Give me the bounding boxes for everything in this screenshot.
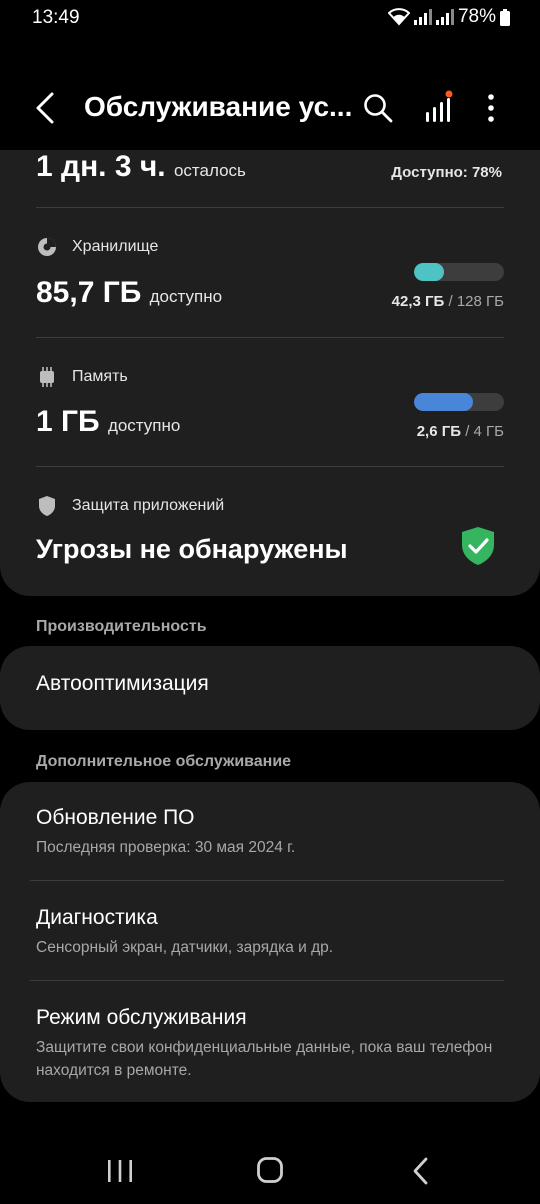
storage-usage-bar — [414, 263, 504, 281]
search-button[interactable] — [362, 92, 394, 124]
pie-chart-icon — [38, 238, 56, 256]
signal-icon — [413, 9, 432, 25]
search-icon — [364, 94, 393, 123]
battery-remaining[interactable]: 1 дн. 3 ч. осталось — [36, 150, 246, 184]
storage-value[interactable]: 85,7 ГБ доступно — [36, 276, 222, 310]
list-item-subtitle: Последняя проверка: 30 мая 2024 г. — [36, 839, 296, 856]
memory-value-number: 1 ГБ — [36, 405, 100, 438]
list-item-subtitle: Защитите свои конфиденциальные данные, п… — [36, 1039, 493, 1079]
recent-apps-button[interactable] — [106, 1158, 134, 1184]
divider — [30, 980, 504, 981]
additional-header: Дополнительное обслуживание — [36, 753, 292, 770]
list-item-title: Режим обслуживания — [36, 1006, 247, 1029]
device-care-card: 1 дн. 3 ч. осталось Доступно: 78% Хранил… — [0, 150, 540, 596]
nav-back-button[interactable] — [410, 1156, 432, 1186]
storage-usage-bar-fill — [414, 263, 444, 281]
memory-label-text: Память — [72, 368, 128, 385]
list-item-diagnostics[interactable]: Диагностика Сенсорный экран, датчики, за… — [36, 906, 504, 959]
divider — [36, 207, 504, 208]
page-title: Обслуживание ус... — [84, 91, 352, 122]
storage-label: Хранилище — [36, 236, 158, 258]
list-item-title: Диагностика — [36, 906, 158, 929]
status-time: 13:49 — [32, 7, 80, 28]
divider — [30, 880, 504, 881]
auto-optimization-item[interactable]: Автооптимизация — [0, 646, 540, 730]
bar-chart-icon — [426, 90, 453, 122]
storage-usage-text: 42,3 ГБ / 128 ГБ — [392, 293, 504, 310]
battery-available: Доступно: 78% — [391, 164, 502, 181]
more-options-button[interactable] — [480, 92, 502, 124]
battery-percent: 78% — [457, 6, 496, 27]
shield-icon — [39, 496, 55, 516]
performance-header: Производительность — [36, 618, 207, 635]
back-arrow-icon — [36, 92, 54, 124]
chip-icon — [40, 367, 54, 387]
recent-apps-icon — [108, 1160, 132, 1182]
back-icon — [413, 1157, 428, 1185]
divider — [36, 337, 504, 338]
storage-value-number: 85,7 ГБ — [36, 276, 142, 309]
memory-label: Память — [36, 366, 128, 388]
home-button[interactable] — [256, 1156, 284, 1184]
storage-used: 42,3 ГБ — [391, 293, 445, 310]
app-protection-label-text: Защита приложений — [72, 497, 225, 514]
shield-check-icon — [462, 527, 494, 565]
battery-icon — [500, 8, 510, 26]
battery-remaining-suffix: осталось — [173, 161, 246, 180]
storage-total: / 128 ГБ — [448, 293, 505, 310]
memory-usage-bar — [414, 393, 504, 411]
memory-value[interactable]: 1 ГБ доступно — [36, 405, 180, 439]
status-bar: 13:49 78% — [0, 0, 540, 36]
status-icons: 78% — [387, 6, 510, 28]
protection-ok-badge — [460, 526, 496, 566]
memory-total: / 4 ГБ — [465, 423, 504, 440]
app-protection-status[interactable]: Угрозы не обнаружены — [36, 534, 348, 565]
back-button[interactable] — [30, 90, 64, 126]
memory-value-suffix: доступно — [107, 416, 181, 435]
app-protection-label: Защита приложений — [36, 495, 224, 517]
more-vertical-icon — [488, 94, 494, 122]
memory-usage-text: 2,6 ГБ / 4 ГБ — [417, 423, 504, 440]
memory-usage-bar-fill — [414, 393, 473, 411]
divider — [36, 466, 504, 467]
navigation-bar — [0, 1140, 540, 1204]
home-icon — [257, 1157, 283, 1183]
battery-remaining-value: 1 дн. 3 ч. — [36, 150, 166, 183]
storage-label-text: Хранилище — [72, 238, 159, 255]
storage-value-suffix: доступно — [149, 287, 223, 306]
auto-optimization-title: Автооптимизация — [36, 672, 209, 695]
list-item-subtitle: Сенсорный экран, датчики, зарядка и др. — [36, 939, 334, 956]
signal-icon-2 — [435, 9, 454, 25]
memory-used: 2,6 ГБ — [416, 423, 462, 440]
statistics-button[interactable] — [422, 90, 456, 124]
list-item-maintenance-mode[interactable]: Режим обслуживания Защитите свои конфиде… — [36, 1006, 504, 1082]
list-item-title: Обновление ПО — [36, 806, 195, 829]
app-bar: Обслуживание ус... — [0, 78, 540, 138]
additional-card: Обновление ПО Последняя проверка: 30 мая… — [0, 782, 540, 1102]
wifi-icon — [387, 8, 410, 26]
list-item-software-update[interactable]: Обновление ПО Последняя проверка: 30 мая… — [36, 806, 504, 859]
